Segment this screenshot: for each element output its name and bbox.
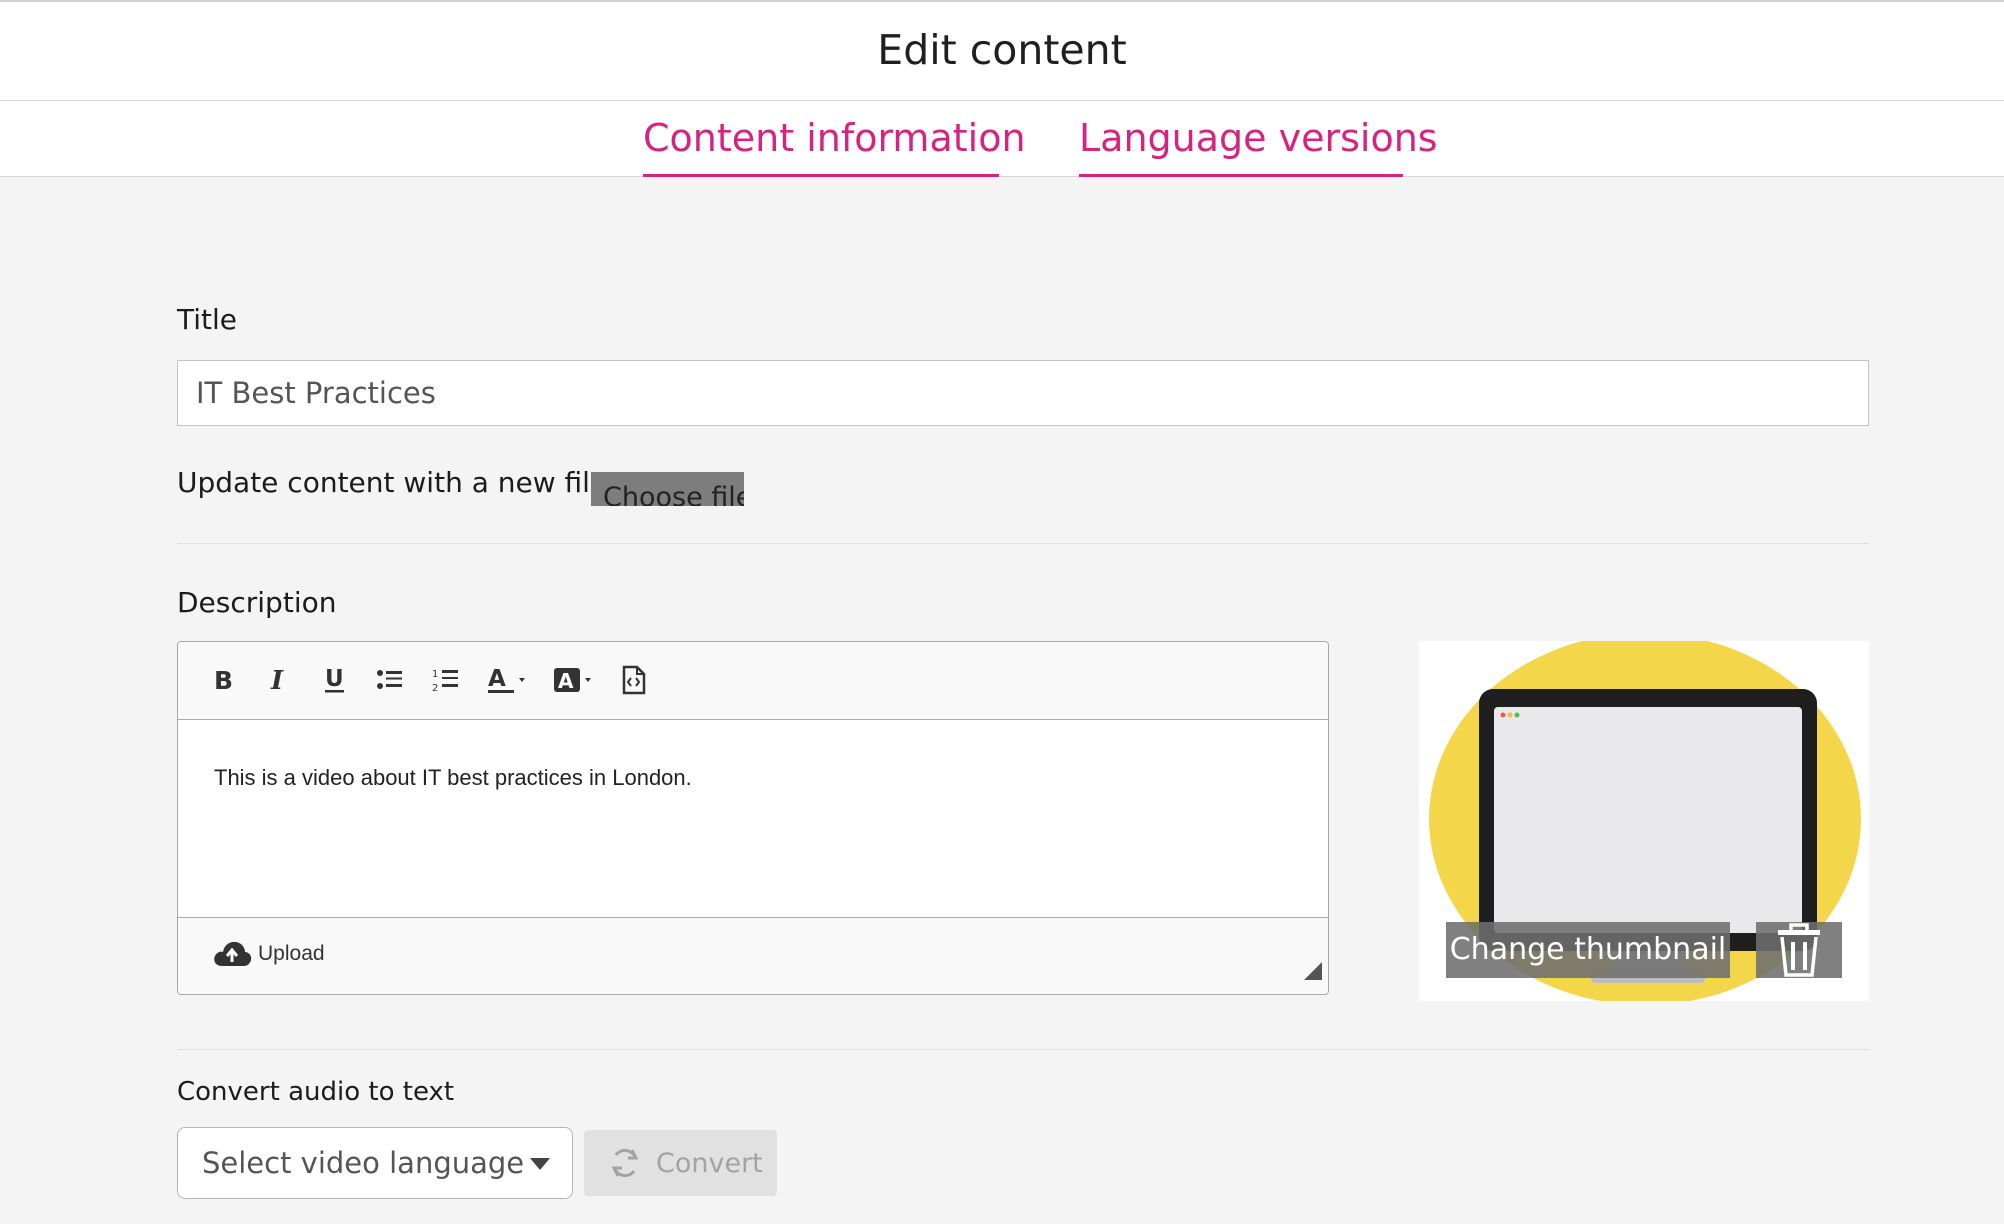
- text-color-icon[interactable]: A: [486, 662, 530, 698]
- editor-footer: Upload: [178, 917, 1328, 994]
- change-thumbnail-button[interactable]: Change thumbnail: [1446, 922, 1730, 978]
- italic-icon[interactable]: I: [264, 662, 294, 698]
- bullet-list-icon[interactable]: [374, 662, 406, 698]
- title-input[interactable]: [177, 360, 1869, 426]
- svg-text:A: A: [488, 666, 506, 692]
- trash-icon: [1778, 923, 1820, 977]
- refresh-icon: [611, 1148, 639, 1178]
- upload-label: Upload: [258, 942, 325, 965]
- description-text: This is a video about IT best practices …: [214, 765, 692, 790]
- svg-text:I: I: [270, 667, 284, 693]
- divider: [177, 543, 1869, 544]
- choose-file-button[interactable]: Choose file: [591, 472, 744, 506]
- description-label: Description: [177, 586, 337, 619]
- thumbnail-preview: Change thumbnail: [1419, 641, 1869, 1001]
- underline-icon[interactable]: U: [320, 662, 350, 698]
- cloud-upload-icon: [214, 941, 252, 966]
- svg-text:1: 1: [432, 669, 438, 680]
- numbered-list-icon[interactable]: 12: [430, 662, 462, 698]
- tab-bar: Content information Language versions: [0, 101, 2004, 177]
- svg-text:A: A: [558, 669, 574, 693]
- editor-toolbar: B I U 12 A A: [178, 642, 1328, 720]
- svg-text:U: U: [325, 666, 344, 692]
- description-editor: B I U 12 A A This is a video about IT be…: [177, 641, 1329, 995]
- chevron-down-icon: [530, 1158, 550, 1170]
- source-code-icon[interactable]: [618, 662, 650, 698]
- divider: [177, 1049, 1869, 1050]
- convert-audio-label: Convert audio to text: [177, 1077, 455, 1107]
- bold-icon[interactable]: B: [208, 662, 238, 698]
- svg-text:2: 2: [432, 683, 438, 694]
- convert-button[interactable]: Convert: [584, 1130, 777, 1196]
- svg-text:B: B: [214, 667, 233, 693]
- background-color-icon[interactable]: A: [552, 662, 598, 698]
- page-title: Edit content: [877, 26, 1127, 74]
- delete-thumbnail-button[interactable]: [1756, 922, 1842, 978]
- file-update-label: Update content with a new file: [177, 466, 608, 499]
- editor-content-area[interactable]: This is a video about IT best practices …: [178, 721, 1328, 917]
- resize-handle[interactable]: [1304, 962, 1322, 984]
- language-select-placeholder: Select video language: [202, 1146, 525, 1180]
- tab-language-versions[interactable]: Language versions: [1079, 114, 1438, 177]
- upload-button[interactable]: Upload: [212, 938, 325, 970]
- page-header: Edit content: [0, 2, 2004, 101]
- title-label: Title: [177, 303, 238, 336]
- convert-label: Convert: [656, 1147, 763, 1179]
- video-language-select[interactable]: Select video language: [177, 1127, 573, 1199]
- tab-content-information[interactable]: Content information: [643, 114, 1026, 177]
